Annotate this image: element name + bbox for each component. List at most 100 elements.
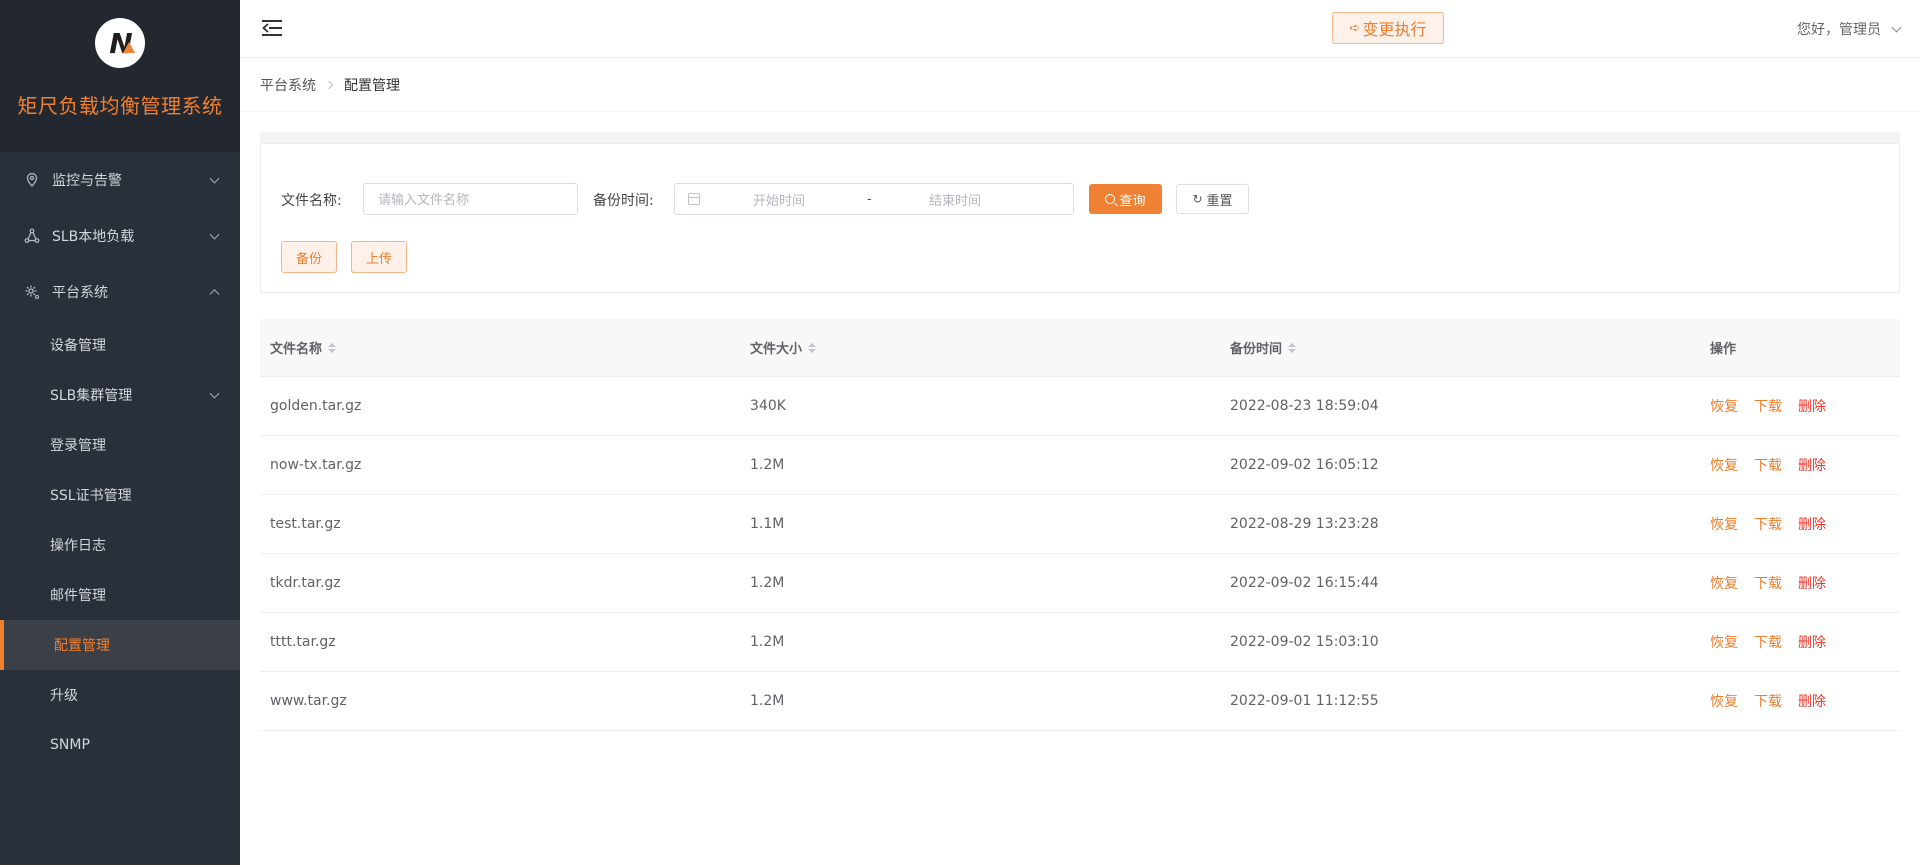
nodes-icon <box>24 228 40 244</box>
refresh-icon: ↻ <box>1192 192 1203 206</box>
submenu-platform: 设备管理 SLB集群管理 登录管理 SSL证书管理 操作日志 邮件管理 配置管理… <box>0 320 240 770</box>
sidebar-item-label: 邮件管理 <box>50 588 106 604</box>
brand-area: N 矩尺负载均衡管理系统 <box>0 0 240 152</box>
sidebar-item-label: 操作日志 <box>50 538 106 554</box>
delete-link[interactable]: 删除 <box>1798 691 1826 711</box>
download-link[interactable]: 下载 <box>1754 573 1782 593</box>
app-title: 矩尺负载均衡管理系统 <box>17 94 223 118</box>
restore-link[interactable]: 恢复 <box>1710 632 1738 652</box>
backup-button[interactable]: 备份 <box>281 241 337 273</box>
column-label: 操作 <box>1710 342 1737 357</box>
range-separator: - <box>867 191 872 207</box>
column-file-size[interactable]: 文件大小 <box>740 338 1220 357</box>
chevron-down-icon <box>1891 22 1902 32</box>
cell-actions: 恢复 下载 删除 <box>1700 691 1900 711</box>
sidebar-item-snmp[interactable]: SNMP <box>0 720 240 770</box>
sidebar-item-mail[interactable]: 邮件管理 <box>0 570 240 620</box>
breadcrumb: 平台系统 配置管理 <box>240 59 1920 111</box>
chevron-down-icon <box>209 388 220 399</box>
sidebar-item-label: 登录管理 <box>50 438 106 454</box>
download-link[interactable]: 下载 <box>1754 396 1782 416</box>
upload-button[interactable]: 上传 <box>351 241 407 273</box>
cell-file-size: 1.2M <box>750 693 785 709</box>
download-link[interactable]: 下载 <box>1754 691 1782 711</box>
backup-time-label: 备份时间: <box>593 193 654 209</box>
sort-icon[interactable] <box>1288 342 1297 353</box>
cell-actions: 恢复 下载 删除 <box>1700 632 1900 652</box>
cell-backup-time: 2022-09-02 15:03:10 <box>1230 634 1379 650</box>
sidebar-item-ssl[interactable]: SSL证书管理 <box>0 470 240 520</box>
calendar-icon <box>688 193 700 205</box>
restore-link[interactable]: 恢复 <box>1710 573 1738 593</box>
end-time-input[interactable]: 结束时间 <box>929 190 981 209</box>
table-row: golden.tar.gz 340K 2022-08-23 18:59:04 恢… <box>260 377 1900 436</box>
start-time-input[interactable]: 开始时间 <box>753 190 805 209</box>
backup-time-range-picker[interactable]: 开始时间 - 结束时间 <box>674 183 1074 215</box>
sidebar-item-label: SNMP <box>50 737 90 753</box>
sidebar: N 矩尺负载均衡管理系统 监控与告警 SLB本地负载 平台系统 设备管理 SLB… <box>0 0 240 865</box>
download-link[interactable]: 下载 <box>1754 455 1782 475</box>
sidebar-item-device[interactable]: 设备管理 <box>0 320 240 370</box>
menu-group-slb[interactable]: SLB本地负载 <box>0 208 240 264</box>
table-row: now-tx.tar.gz 1.2M 2022-09-02 16:05:12 恢… <box>260 436 1900 495</box>
backup-label: 备份 <box>295 251 322 267</box>
cell-file-size: 1.2M <box>750 457 785 473</box>
cell-file-name: tkdr.tar.gz <box>270 575 341 591</box>
sort-icon[interactable] <box>808 342 817 353</box>
file-name-label: 文件名称: <box>281 193 342 209</box>
location-icon <box>24 172 40 188</box>
menu-group-label: 平台系统 <box>52 285 108 301</box>
sidebar-item-upgrade[interactable]: 升级 <box>0 670 240 720</box>
query-label: 查询 <box>1119 193 1146 209</box>
menu-group-label: 监控与告警 <box>52 173 122 189</box>
cell-backup-time: 2022-09-02 16:05:12 <box>1230 457 1379 473</box>
gear-icon <box>24 284 40 300</box>
cell-backup-time: 2022-09-01 11:12:55 <box>1230 693 1379 709</box>
column-actions: 操作 <box>1700 338 1900 357</box>
restore-link[interactable]: 恢复 <box>1710 396 1738 416</box>
cell-actions: 恢复 下载 删除 <box>1700 514 1900 534</box>
sidebar-item-login[interactable]: 登录管理 <box>0 420 240 470</box>
restore-link[interactable]: 恢复 <box>1710 455 1738 475</box>
menu-group-monitor[interactable]: 监控与告警 <box>0 152 240 208</box>
delete-link[interactable]: 删除 <box>1798 396 1826 416</box>
column-file-name[interactable]: 文件名称 <box>260 338 740 357</box>
backup-table: 文件名称 文件大小 备份时间 操作 golden.tar.gz 340K 202… <box>260 319 1900 731</box>
sidebar-item-config[interactable]: 配置管理 <box>0 620 240 670</box>
menu-toggle-icon[interactable] <box>262 20 282 38</box>
user-greeting: 您好，管理员 <box>1797 22 1881 38</box>
top-header: ➪ 变更执行 您好，管理员 <box>240 0 1920 58</box>
download-link[interactable]: 下载 <box>1754 632 1782 652</box>
sidebar-item-slb-cluster[interactable]: SLB集群管理 <box>0 370 240 420</box>
side-menu: 监控与告警 SLB本地负载 平台系统 设备管理 SLB集群管理 登录管理 SSL… <box>0 152 240 770</box>
sidebar-item-label: 升级 <box>50 688 78 704</box>
cell-file-size: 340K <box>750 398 786 414</box>
chevron-right-icon <box>324 80 334 90</box>
download-link[interactable]: 下载 <box>1754 514 1782 534</box>
login-arrow-icon: ➪ <box>1349 20 1361 36</box>
cell-backup-time: 2022-09-02 16:15:44 <box>1230 575 1379 591</box>
cell-file-size: 1.2M <box>750 634 785 650</box>
delete-link[interactable]: 删除 <box>1798 455 1826 475</box>
reset-button[interactable]: ↻ 重置 <box>1176 184 1249 214</box>
search-icon <box>1105 194 1116 204</box>
delete-link[interactable]: 删除 <box>1798 573 1826 593</box>
restore-link[interactable]: 恢复 <box>1710 514 1738 534</box>
sort-icon[interactable] <box>328 342 337 353</box>
change-execute-button[interactable]: ➪ 变更执行 <box>1332 12 1444 44</box>
sidebar-item-oplog[interactable]: 操作日志 <box>0 520 240 570</box>
menu-group-platform[interactable]: 平台系统 <box>0 264 240 320</box>
restore-link[interactable]: 恢复 <box>1710 691 1738 711</box>
delete-link[interactable]: 删除 <box>1798 514 1826 534</box>
query-button[interactable]: 查询 <box>1089 184 1162 214</box>
breadcrumb-item-platform[interactable]: 平台系统 <box>260 75 316 95</box>
logo: N <box>95 18 145 68</box>
delete-link[interactable]: 删除 <box>1798 632 1826 652</box>
cell-actions: 恢复 下载 删除 <box>1700 455 1900 475</box>
cell-backup-time: 2022-08-23 18:59:04 <box>1230 398 1379 414</box>
column-backup-time[interactable]: 备份时间 <box>1220 338 1700 357</box>
change-execute-label: 变更执行 <box>1362 20 1427 39</box>
file-name-input[interactable] <box>363 183 578 215</box>
user-menu[interactable]: 您好，管理员 <box>1797 19 1902 39</box>
upload-label: 上传 <box>365 251 392 267</box>
